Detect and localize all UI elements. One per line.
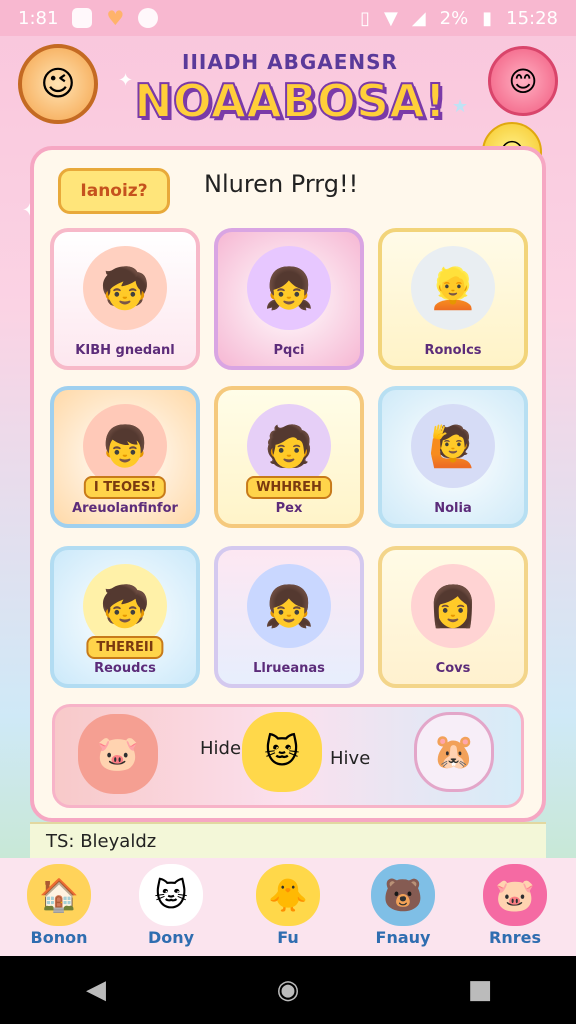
character-card[interactable]: 🙋 Nolia (378, 386, 528, 528)
character-avatar: 👧 (247, 564, 331, 648)
status-time-right: 15:28 (506, 7, 558, 29)
vibrate-icon: ▯ (360, 7, 370, 29)
tab-chick[interactable]: 🐥 Fu (243, 858, 333, 954)
panel-heading: Nluren Prrg!! (204, 170, 359, 198)
character-label: Ronolcs (424, 343, 482, 358)
character-card[interactable]: 🧑 WHHREH Pex (214, 386, 364, 528)
character-card[interactable]: 🧒 KIBH gnedanl (50, 228, 200, 370)
tab-label: Bonon (30, 928, 88, 947)
notification-icon (72, 8, 93, 28)
pet-word-left: Hide (200, 738, 242, 759)
tab-bear[interactable]: 🐻 Fnauy (358, 858, 448, 954)
wifi-icon: ▼ (383, 7, 398, 29)
cat-icon: 🐱 (264, 732, 300, 772)
tab-label: Rnres (489, 928, 541, 947)
character-label: Pex (275, 501, 303, 516)
bottom-tab-bar: 🏠 Bonon 🐱 Dony 🐥 Fu 🐻 Fnauy 🐷 Rnres (0, 858, 576, 956)
character-label: Areuolanfinfor (72, 501, 178, 516)
tab-home[interactable]: 🏠 Bonon (14, 858, 104, 954)
character-tag: THEREII (86, 636, 164, 659)
status-time-left: 1:81 (18, 7, 59, 29)
pig-pet[interactable]: 🐷 (78, 714, 158, 794)
hamster-icon: 🐹 (432, 732, 476, 772)
tab-cat[interactable]: 🐱 Dony (126, 858, 216, 954)
character-label: Pqci (273, 343, 305, 358)
character-card[interactable]: 👧 Pqci (214, 228, 364, 370)
hamster-pet[interactable]: 🐹 (414, 712, 494, 792)
character-tag: I TEOES! (83, 476, 167, 499)
back-icon[interactable]: ◀ (66, 975, 126, 1005)
character-label: Llrueanas (253, 661, 325, 676)
character-label: Reoudcs (94, 661, 156, 676)
status-left: 1:81 ♥ (18, 6, 159, 30)
tab-label: Fnauy (375, 928, 431, 947)
battery-icon: ▮ (482, 7, 493, 29)
home-icon[interactable]: ◉ (258, 975, 318, 1005)
character-card[interactable]: 👩 Covs (378, 546, 528, 688)
wink-face-icon: 😉 (40, 64, 76, 104)
pig-icon: 🐷 (483, 864, 547, 926)
strawberry-icon[interactable]: 😊 (488, 46, 558, 116)
system-nav-bar: ◀ ◉ ■ (0, 956, 576, 1024)
chick-icon: 🐥 (256, 864, 320, 926)
status-bar: 1:81 ♥ ▯ ▼ ◢ 2% ▮ 15:28 (0, 0, 576, 36)
character-card[interactable]: 👦 I TEOES! Areuolanfinfor (50, 386, 200, 528)
character-tag: WHHREH (246, 476, 332, 499)
character-avatar: 🧒 (83, 246, 167, 330)
cat-pet[interactable]: 🐱 (242, 712, 322, 792)
character-avatar: 👱 (411, 246, 495, 330)
character-avatar: 🙋 (411, 404, 495, 488)
footer-strip: TS: Bleyaldz (30, 822, 546, 858)
pig-icon: 🐷 (96, 734, 140, 774)
cat-icon: 🐱 (139, 864, 203, 926)
star-icon: ★ (452, 96, 469, 117)
character-card[interactable]: 👧 Llrueanas (214, 546, 364, 688)
sparkle-icon: ✦ (118, 70, 134, 91)
character-card[interactable]: 👱 Ronolcs (378, 228, 528, 370)
character-avatar: 👩 (411, 564, 495, 648)
recents-icon[interactable]: ■ (450, 975, 510, 1005)
tab-label: Fu (277, 928, 299, 947)
tab-pig[interactable]: 🐷 Rnres (470, 858, 560, 954)
house-icon: 🏠 (27, 864, 91, 926)
battery-percent: 2% (439, 7, 469, 29)
status-right: ▯ ▼ ◢ 2% ▮ 15:28 (360, 8, 558, 29)
profile-avatar[interactable]: 😉 (18, 44, 98, 124)
character-label: Covs (435, 661, 471, 676)
app-title: NOAABOSA! (133, 73, 446, 129)
signal-icon: ◢ (411, 7, 426, 29)
pet-word-right: Hive (330, 748, 371, 769)
character-avatar: 👧 (247, 246, 331, 330)
heart-icon: ♥ (106, 6, 125, 30)
footer-text: TS: Bleyaldz (46, 830, 157, 852)
bear-icon: 🐻 (371, 864, 435, 926)
section-badge-label: Ianoiz? (80, 181, 148, 201)
app-subtitle: IIIADH ABGAENSR (182, 50, 398, 74)
tab-label: Dony (147, 928, 195, 947)
section-badge[interactable]: Ianoiz? (58, 168, 170, 214)
tools-icon (138, 8, 159, 28)
character-card[interactable]: 🧒 THEREII Reoudcs (50, 546, 200, 688)
character-label: KIBH gnedanl (75, 343, 175, 358)
character-label: Nolia (434, 501, 472, 516)
